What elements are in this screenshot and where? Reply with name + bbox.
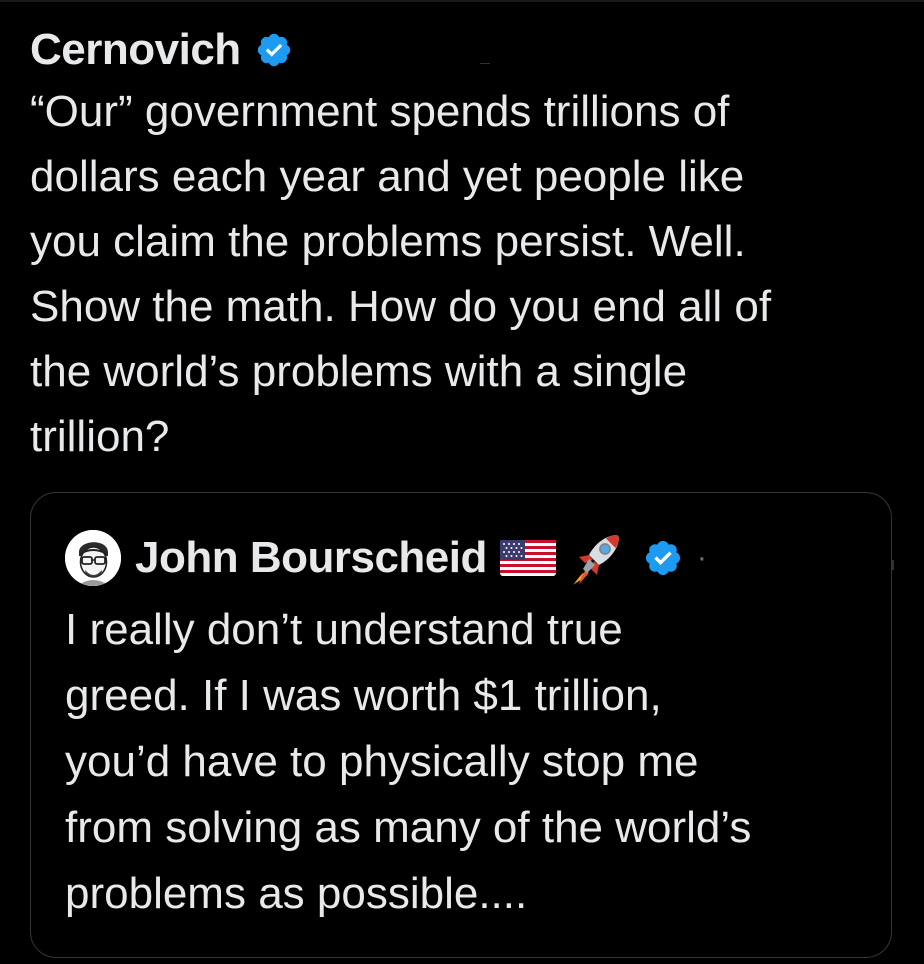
edge-mark <box>892 560 894 570</box>
verified-badge-icon[interactable] <box>255 31 293 69</box>
quoted-post-text: I really don’t understand true greed. If… <box>65 605 752 918</box>
quoted-author-name[interactable]: John Bourscheid <box>135 533 487 583</box>
us-flag-emoji-icon <box>499 538 557 578</box>
separator-dot: · <box>696 541 707 574</box>
divider-mark <box>480 63 490 64</box>
post-author-row: Cernovich <box>30 22 910 78</box>
post-text: “Our” government spends trillions of dol… <box>30 87 772 461</box>
post-author-name[interactable]: Cernovich <box>30 25 241 75</box>
main-post[interactable]: Cernovich “Our” government spends trilli… <box>30 22 910 469</box>
quoted-post-card[interactable]: John Bourscheid · I really don’t underst… <box>30 492 892 958</box>
quoted-post-header: John Bourscheid · <box>65 529 707 587</box>
rocket-emoji-icon <box>569 529 627 587</box>
avatar[interactable] <box>65 530 121 586</box>
verified-badge-icon[interactable] <box>643 538 683 578</box>
top-divider <box>0 0 924 2</box>
